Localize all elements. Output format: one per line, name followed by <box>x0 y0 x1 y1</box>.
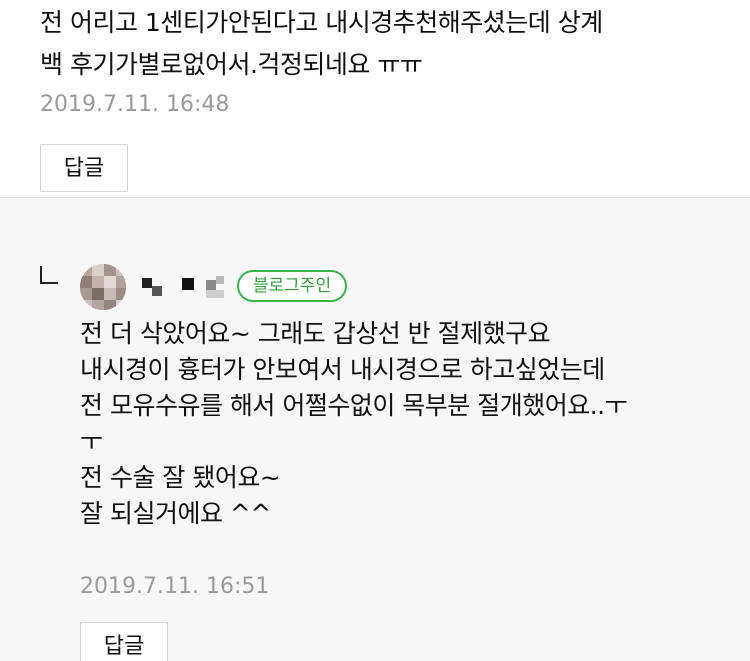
comment: 전 어리고 1센티가안된다고 내시경추천해주셨는데 상계 백 후기가별로없어서.… <box>0 0 750 197</box>
reply-text-line: 전 더 삭았어요~ 그래도 갑상선 반 절제했구요 <box>80 319 551 348</box>
comment-date: 2019.7.11. 16:48 <box>40 92 230 117</box>
reply-text: 전 더 삭았어요~ 그래도 갑상선 반 절제했구요 내시경이 흉터가 안보여서 … <box>80 316 730 532</box>
comment-thread: 전 어리고 1센티가안된다고 내시경추천해주셨는데 상계 백 후기가별로없어서.… <box>0 0 750 661</box>
reply-button[interactable]: 답글 <box>40 144 128 192</box>
reply-arrow-icon <box>40 266 58 284</box>
reply-date: 2019.7.11. 16:51 <box>80 574 270 599</box>
reply-button[interactable]: 답글 <box>80 622 168 661</box>
reply-text-line: 전 모유수유를 해서 어쩔수없이 목부분 절개했어요..ㅜ <box>80 391 628 420</box>
avatar[interactable] <box>80 264 126 310</box>
blog-owner-badge: 블로그주인 <box>237 270 347 302</box>
reply-text-line: 전 수술 잘 됐어요~ <box>80 463 281 492</box>
reply-comment: 블로그주인 전 더 삭았어요~ 그래도 갑상선 반 절제했구요 내시경이 흉터가… <box>0 198 750 661</box>
reply-text-line: ㅜ <box>80 427 103 456</box>
reply-text-line: 잘 되실거에요 ^^ <box>80 499 271 528</box>
comment-text: 전 어리고 1센티가안된다고 내시경추천해주셨는데 상계 백 후기가별로없어서.… <box>40 8 603 79</box>
reply-text-line: 내시경이 흉터가 안보여서 내시경으로 하고싶었는데 <box>80 355 605 384</box>
